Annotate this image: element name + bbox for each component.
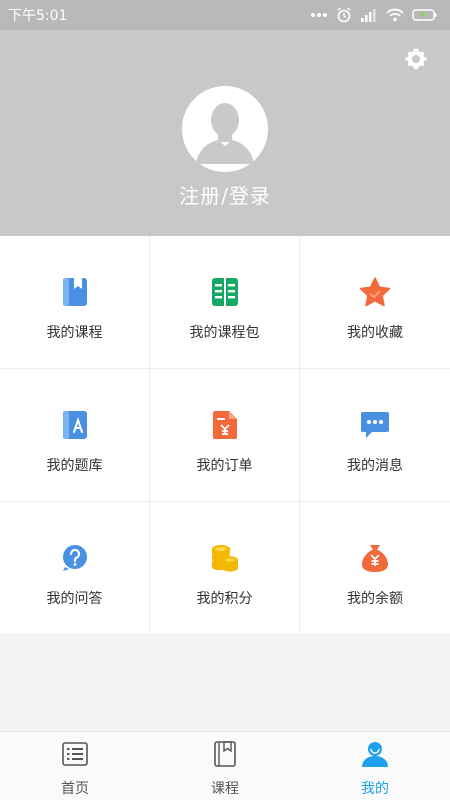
login-register-link[interactable]: 注册/登录 (0, 180, 450, 209)
screen: 下午5:01 注册/登录 我的课程 我的课程包 我的收藏 我的题库 我的订单 我… (0, 0, 450, 800)
course-book-icon (211, 740, 239, 768)
grid-item-my-qa[interactable]: 我的问答 (0, 502, 150, 635)
nav-item-home[interactable]: 首页 (0, 732, 150, 800)
star-icon (359, 276, 391, 308)
grid-item-label: 我的收藏 (347, 325, 403, 341)
money-bag-icon (359, 542, 391, 574)
avatar[interactable] (182, 86, 268, 172)
function-grid: 我的课程 我的课程包 我的收藏 我的题库 我的订单 我的消息 我的问答 我的积分… (0, 236, 450, 635)
wifi-icon (386, 8, 404, 22)
grid-item-my-messages[interactable]: 我的消息 (300, 369, 450, 502)
grid-item-label: 我的订单 (196, 458, 253, 474)
question-bank-icon (59, 409, 91, 441)
settings-button[interactable] (402, 44, 430, 72)
status-bar: 下午5:01 (0, 0, 450, 30)
nav-item-mine[interactable]: 我的 (300, 732, 450, 800)
grid-item-label: 我的课程 (46, 325, 103, 341)
question-icon (59, 542, 91, 574)
nav-item-courses[interactable]: 课程 (150, 732, 300, 800)
open-book-icon (209, 276, 241, 308)
grid-item-my-courses[interactable]: 我的课程 (0, 236, 150, 369)
bottom-nav: 首页 课程 我的 (0, 731, 450, 800)
battery-icon (412, 9, 437, 21)
grid-item-my-favorites[interactable]: 我的收藏 (300, 236, 450, 369)
grid-item-label: 我的余额 (347, 591, 403, 607)
grid-item-my-question-bank[interactable]: 我的题库 (0, 369, 150, 502)
profile-header: 注册/登录 (0, 30, 450, 236)
home-list-icon (61, 740, 89, 768)
grid-item-my-orders[interactable]: 我的订单 (150, 369, 300, 502)
signal-icon (361, 9, 376, 22)
grid-item-my-points[interactable]: 我的积分 (150, 502, 300, 635)
status-icons (310, 7, 438, 23)
profile-icon (361, 740, 389, 768)
order-icon (209, 409, 241, 441)
nav-label: 首页 (61, 781, 89, 797)
grid-item-label: 我的题库 (46, 458, 103, 474)
message-icon (359, 409, 391, 441)
grid-item-label: 我的问答 (46, 591, 103, 607)
book-bookmark-icon (59, 276, 91, 308)
status-time: 下午5:01 (8, 8, 68, 24)
more-dots-icon (311, 13, 327, 17)
grid-item-my-balance[interactable]: 我的余额 (300, 502, 450, 635)
nav-label: 我的 (361, 781, 389, 797)
coins-icon (209, 542, 241, 574)
gear-icon (405, 48, 427, 70)
grid-item-label: 我的积分 (196, 591, 253, 607)
grid-item-my-course-packages[interactable]: 我的课程包 (150, 236, 300, 369)
alarm-icon (337, 7, 351, 23)
grid-item-label: 我的消息 (347, 458, 403, 474)
nav-label: 课程 (211, 781, 239, 797)
user-silhouette-icon (182, 86, 268, 172)
grid-item-label: 我的课程包 (189, 325, 260, 341)
